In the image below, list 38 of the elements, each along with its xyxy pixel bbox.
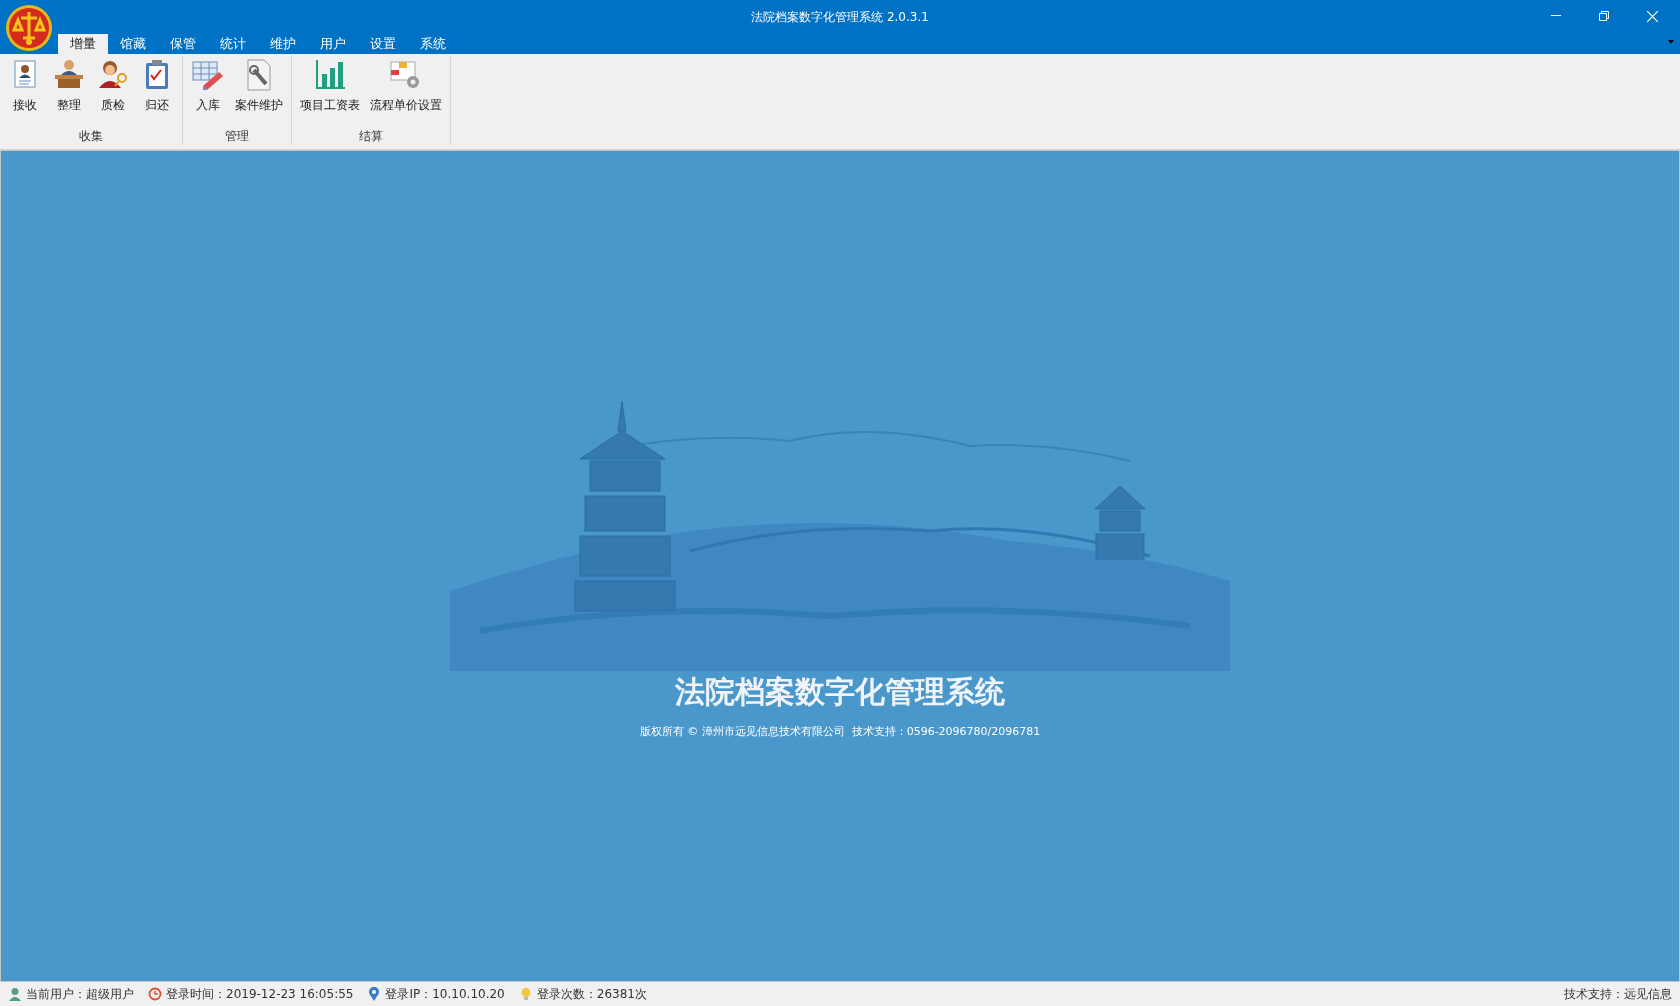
close-icon — [1646, 10, 1658, 22]
ribbon-button[interactable]: 质检 — [92, 56, 134, 127]
user-icon — [8, 987, 22, 1001]
splash-title: 法院档案数字化管理系统 — [675, 673, 1005, 711]
ribbon-tab[interactable]: 系统 — [408, 34, 458, 54]
ribbon-button[interactable]: 整理 — [48, 56, 90, 127]
ribbon-button[interactable]: 入库 — [187, 56, 229, 127]
ribbon-group-label: 管理 — [225, 128, 249, 145]
light-bulb-icon — [518, 987, 533, 1001]
ribbon-tab[interactable]: 维护 — [258, 34, 308, 54]
window-title: 法院档案数字化管理系统 2.0.3.1 — [751, 9, 929, 26]
status-text: 登录次数：26381次 — [536, 986, 647, 1003]
copyright-text: 版权所有 © 漳州市远见信息技术有限公司 技术支持：0596-2096780/2096781 — [639, 724, 1041, 740]
court-emblem-icon — [5, 4, 53, 52]
ribbon-tab[interactable]: 设置 — [358, 34, 408, 54]
restore-icon — [1599, 11, 1609, 21]
clock-icon — [148, 987, 162, 1001]
status-text: 登录IP：10.10.10.20 — [385, 986, 505, 1003]
ribbon-collapse-icon[interactable] — [1668, 40, 1674, 44]
status-text: 登录时间：2019-12-23 16:05:55 — [166, 986, 354, 1003]
ribbon-tab[interactable]: 用户 — [308, 34, 358, 54]
minimize-icon — [1551, 15, 1561, 17]
status-text: 当前用户：超级用户 — [26, 986, 134, 1003]
ribbon-tab[interactable]: 统计 — [208, 34, 258, 54]
ribbon-button[interactable]: 归还 — [136, 56, 178, 127]
ribbon-button[interactable]: 项目工资表 — [296, 56, 364, 127]
ribbon-group-label: 收集 — [79, 128, 103, 145]
location-pin-icon — [367, 987, 382, 1001]
ribbon-tab[interactable]: 保管 — [158, 34, 208, 54]
bar-chart-icon — [313, 58, 347, 92]
ribbon-button[interactable]: 案件维护 — [231, 56, 287, 127]
ribbon-group-label: 结算 — [359, 128, 383, 145]
ribbon-tab[interactable]: 馆藏 — [108, 34, 158, 54]
ribbon-button[interactable]: 流程单价设置 — [366, 56, 446, 127]
ribbon-tab[interactable]: 增量 — [58, 34, 108, 54]
support-text: 技术支持：远见信息 — [1564, 986, 1672, 1003]
ribbon-button[interactable]: 接收 — [4, 56, 46, 127]
table-eraser-icon — [191, 58, 225, 92]
